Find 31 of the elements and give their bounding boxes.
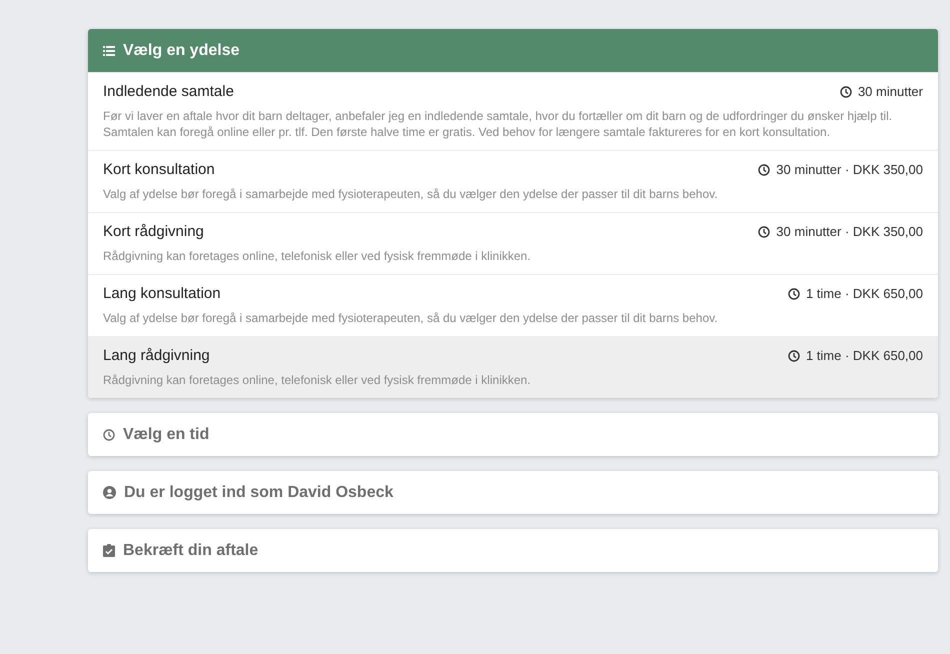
service-name: Kort rådgivning <box>103 223 204 240</box>
service-duration-price: 30 minutter · DKK 350,00 <box>776 224 923 239</box>
service-duration-price: 1 time · DKK 650,00 <box>806 286 923 301</box>
clock-icon <box>788 350 800 362</box>
list-icon <box>103 46 115 56</box>
clock-icon <box>758 226 770 238</box>
service-description: Rådgivning kan foretages online, telefonisk eller ved fysisk fremmøde i klinikken. <box>103 372 532 388</box>
clipboard-check-icon <box>103 544 115 557</box>
service-row[interactable]: Kort konsultation 30 minutter · DKK 350,00 Valg af ydelse bør foregå i samarbejde med fysioterapeuten, så du vælger den ydelse der passer til dit barns behov. <box>88 150 938 212</box>
section-title[interactable]: Vælg en tid <box>123 426 210 444</box>
clock-icon <box>788 288 800 300</box>
service-duration-price: 30 minutter · DKK 350,00 <box>776 162 923 177</box>
service-name: Lang rådgivning <box>103 347 210 364</box>
service-name: Kort konsultation <box>103 161 215 178</box>
user-icon <box>103 486 116 499</box>
service-row[interactable]: Lang rådgivning 1 time · DKK 650,00 Rådgivning kan foretages online, telefonisk eller ved fysisk fremmøde i klinikken. <box>88 336 938 398</box>
service-description: Valg af ydelse bør foregå i samarbejde med fysioterapeuten, så du vælger den ydelse der passer til dit barns behov. <box>103 310 719 326</box>
service-duration-price: 1 time · DKK 650,00 <box>806 348 923 363</box>
section-title[interactable]: Du er logget ind som David Osbeck <box>124 484 394 502</box>
service-name: Lang konsultation <box>103 285 221 302</box>
service-description: Rådgivning kan foretages online, telefonisk eller ved fysisk fremmøde i klinikken. <box>103 248 532 264</box>
service-description: Valg af ydelse bør foregå i samarbejde med fysioterapeuten, så du vælger den ydelse der passer til dit barns behov. <box>103 186 719 202</box>
clock-icon <box>758 164 770 176</box>
section-title[interactable]: Bekræft din aftale <box>123 542 258 560</box>
section-title[interactable]: Vælg en ydelse <box>123 42 240 60</box>
clock-icon <box>103 428 115 440</box>
service-name: Indledende samtale <box>103 83 234 100</box>
service-description: Før vi laver en aftale hvor dit barn deltager, anbefaler jeg en indledende samtale, hvor du fortæller om dit barn og de udfordringer du ønsker hjælp til. Samtalen kan foregå online eller pr. tlf. Den første halve time er gratis. Ved behov for længere samtale faktureres for en kort konsultation. <box>103 108 894 140</box>
clock-icon <box>840 86 852 98</box>
service-row[interactable]: Kort rådgivning 30 minutter · DKK 350,00 Rådgivning kan foretages online, telefonisk eller ved fysisk fremmøde i klinikken. <box>88 212 938 274</box>
service-duration-price: 30 minutter <box>858 84 923 99</box>
